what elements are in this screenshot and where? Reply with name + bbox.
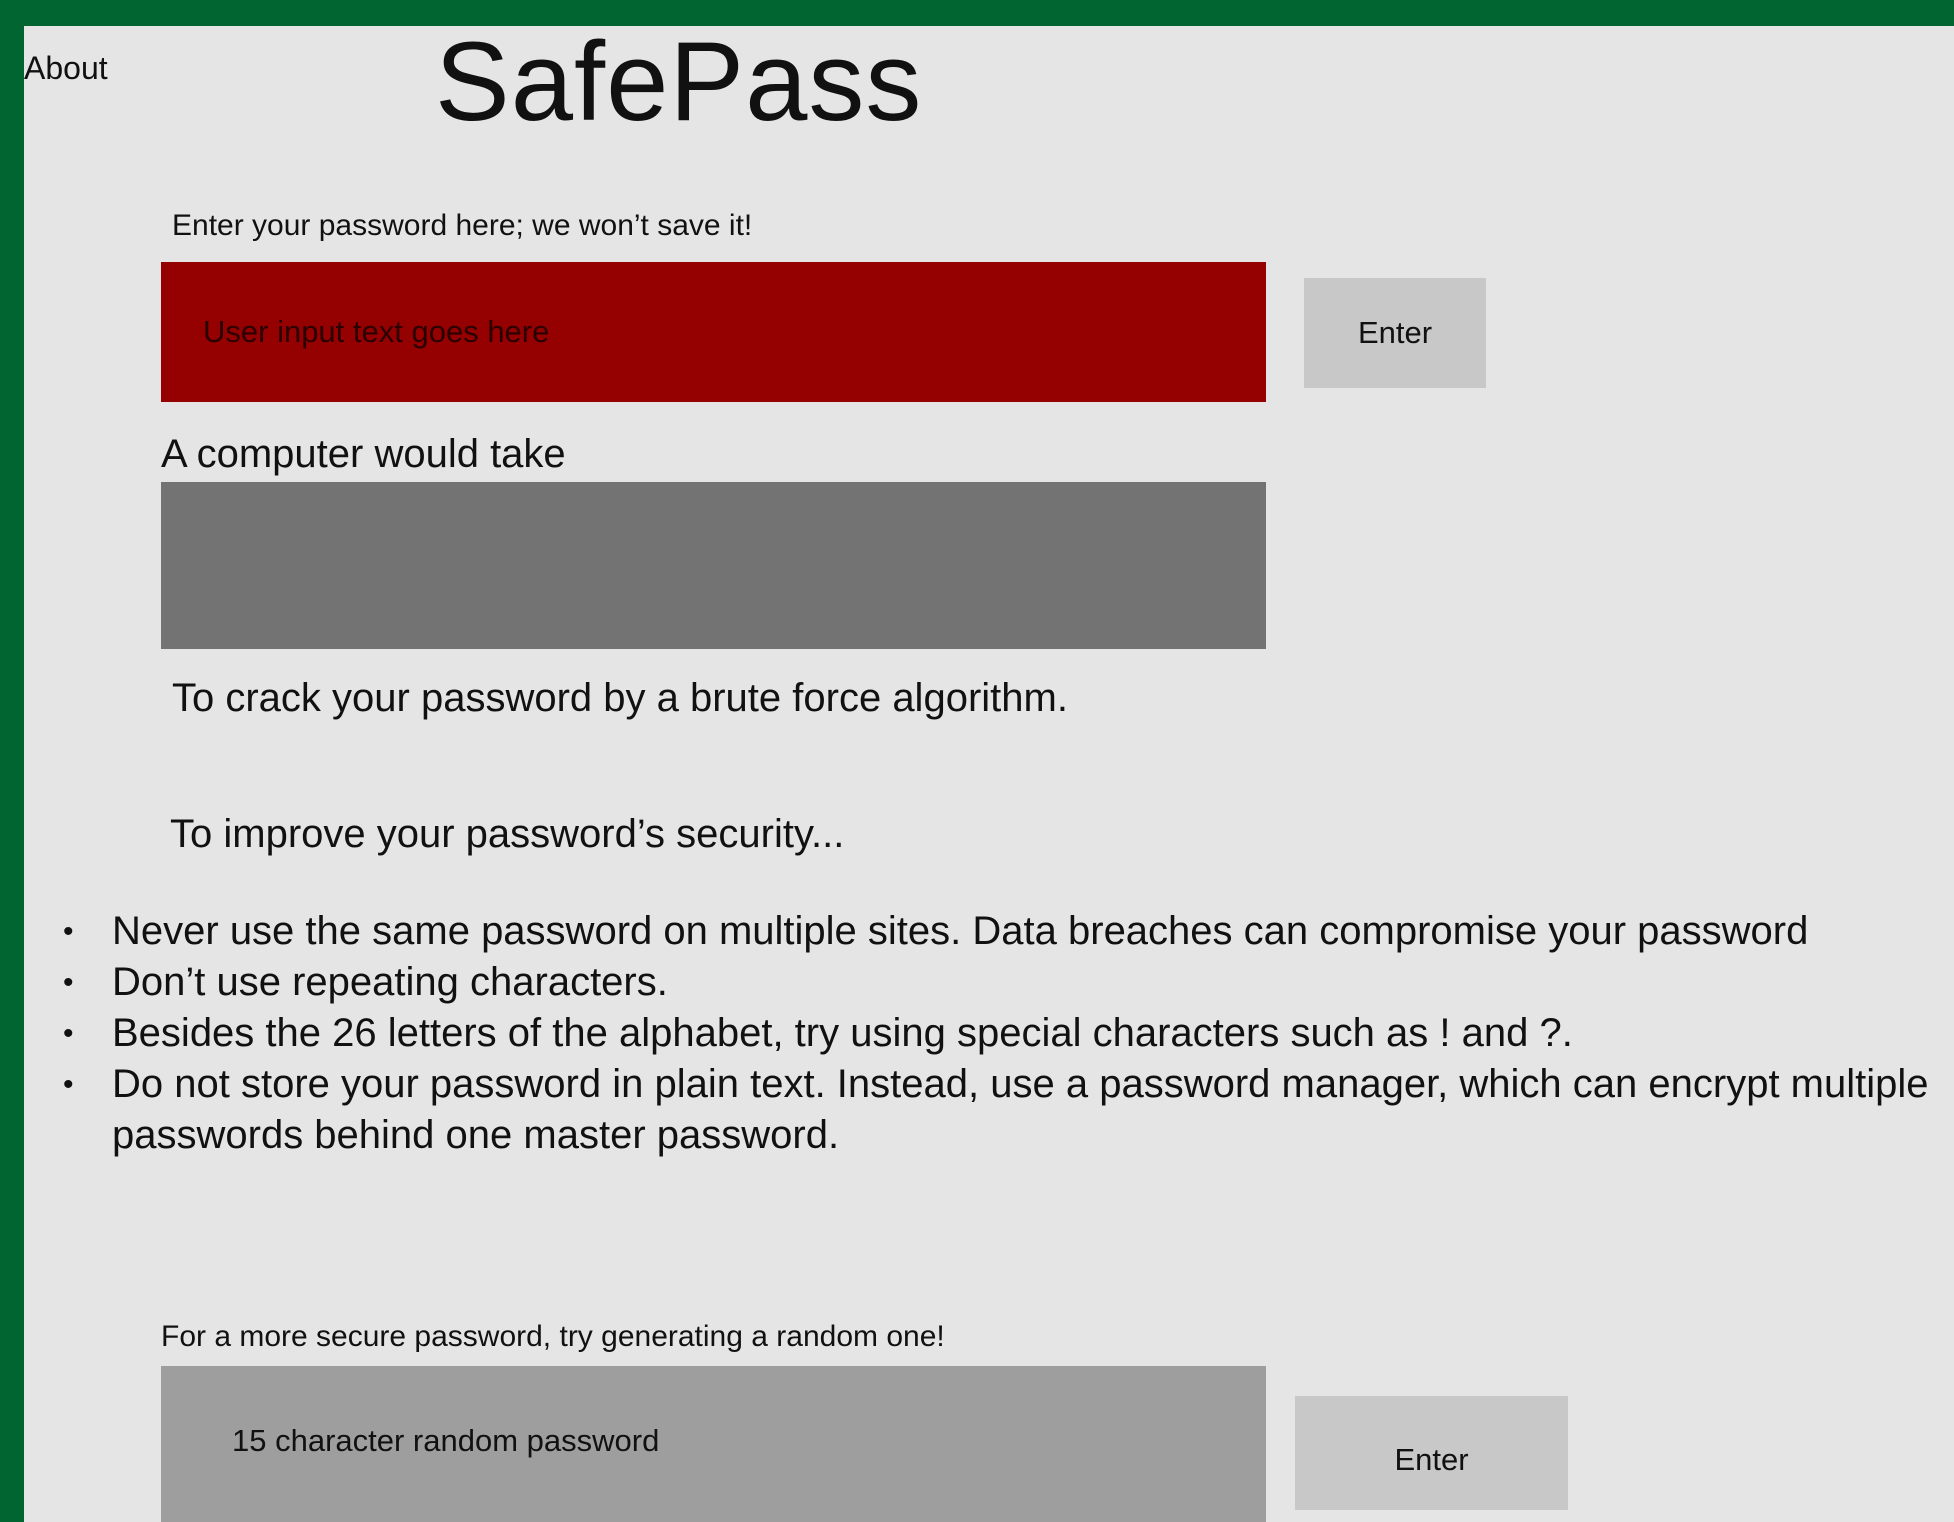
crack-time-caption: To crack your password by a brute force … bbox=[172, 676, 1068, 720]
security-tips-list: • Never use the same password on multipl… bbox=[63, 906, 1954, 1161]
crack-time-result-box bbox=[161, 482, 1266, 649]
app-frame: About SafePass Enter your password here;… bbox=[0, 0, 1954, 1522]
list-item: • Never use the same password on multipl… bbox=[63, 906, 1954, 957]
list-item: • Do not store your password in plain te… bbox=[63, 1059, 1932, 1161]
generated-password-field[interactable]: 15 character random password bbox=[161, 1366, 1266, 1522]
generator-label: For a more secure password, try generati… bbox=[161, 1320, 945, 1353]
bullet-icon: • bbox=[63, 1068, 74, 1101]
security-tips-heading: To improve your password’s security... bbox=[170, 812, 845, 856]
generate-enter-button[interactable]: Enter bbox=[1295, 1396, 1568, 1510]
password-input-label: Enter your password here; we won’t save … bbox=[172, 209, 753, 242]
crack-time-heading: A computer would take bbox=[161, 432, 566, 476]
about-link[interactable]: About bbox=[24, 50, 108, 87]
app-title: SafePass bbox=[435, 26, 923, 144]
bullet-icon: • bbox=[63, 1017, 74, 1050]
tip-text: Do not store your password in plain text… bbox=[112, 1062, 1929, 1157]
tip-text: Besides the 26 letters of the alphabet, … bbox=[112, 1011, 1573, 1055]
tip-text: Never use the same password on multiple … bbox=[112, 909, 1809, 953]
bullet-icon: • bbox=[63, 915, 74, 948]
password-enter-button[interactable]: Enter bbox=[1304, 278, 1486, 388]
list-item: • Besides the 26 letters of the alphabet… bbox=[63, 1008, 1954, 1059]
list-item: • Don’t use repeating characters. bbox=[63, 957, 1954, 1008]
tip-text: Don’t use repeating characters. bbox=[112, 960, 668, 1004]
password-input[interactable] bbox=[161, 262, 1266, 402]
bullet-icon: • bbox=[63, 966, 74, 999]
main-panel: About SafePass Enter your password here;… bbox=[24, 26, 1954, 1522]
